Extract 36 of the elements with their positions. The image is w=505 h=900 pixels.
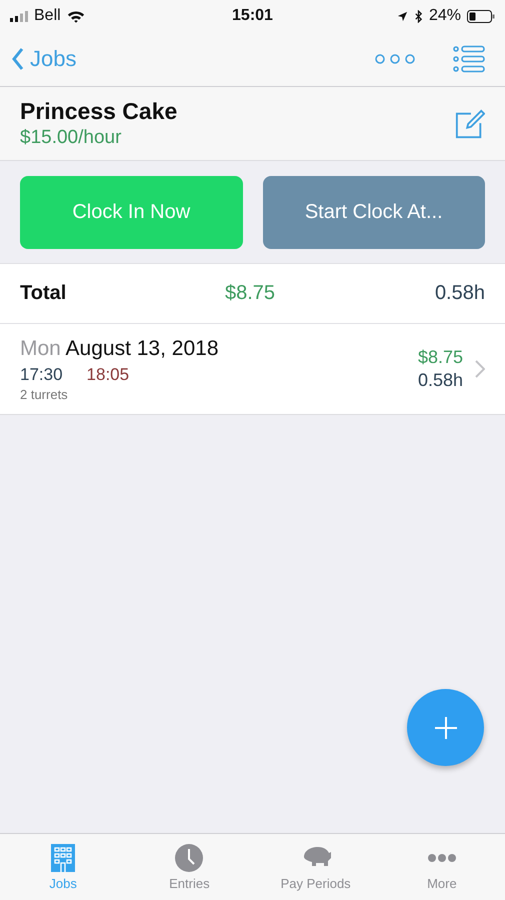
bluetooth-icon: [414, 10, 423, 22]
entry-note: 2 turrets: [20, 386, 69, 402]
chevron-left-icon: [12, 48, 24, 70]
start-time: 17:30: [20, 364, 63, 384]
clock-icon: [174, 843, 204, 873]
signal-icon: [10, 10, 28, 22]
entry-hours: 0.58h: [418, 370, 463, 391]
wifi-icon: [66, 10, 85, 22]
list-icon[interactable]: [453, 45, 485, 73]
battery-icon: [466, 10, 495, 22]
total-amount: $8.75: [225, 282, 276, 305]
hourly-rate: $15.00/hour: [20, 127, 122, 149]
entry-date: Mon August 13, 2018: [20, 336, 220, 360]
entry-amount: $8.75: [418, 347, 463, 368]
add-button[interactable]: [407, 689, 484, 766]
carrier-name: Bell: [34, 7, 61, 25]
tab[interactable]: More: [378, 834, 505, 900]
back-button[interactable]: Jobs: [12, 46, 76, 72]
plus-icon: [434, 716, 458, 740]
edit-icon[interactable]: [455, 108, 485, 138]
total-hours: 0.58h: [434, 282, 485, 305]
total-label: Total: [20, 282, 68, 305]
tab[interactable]: Entries: [126, 834, 252, 900]
status-time: 15:01: [232, 7, 273, 25]
location-icon: [396, 10, 408, 22]
end-time: 18:05: [86, 364, 130, 384]
tab[interactable]: Jobs: [0, 834, 126, 900]
chevron-right-icon: [475, 360, 485, 378]
battery-percent: 24%: [428, 7, 461, 25]
tab[interactable]: Pay Periods: [252, 834, 379, 900]
entry-row[interactable]: Mon August 13, 2018 17:30 18:05 2 turrets $8.75 0.58h: [0, 324, 505, 414]
more-icon: [426, 853, 457, 863]
job-title: Princess Cake: [20, 98, 178, 125]
more-icon[interactable]: [375, 53, 415, 65]
clock-in-button[interactable]: Clock In Now: [20, 176, 242, 249]
start-clock-button[interactable]: Start Clock At...: [262, 176, 485, 249]
